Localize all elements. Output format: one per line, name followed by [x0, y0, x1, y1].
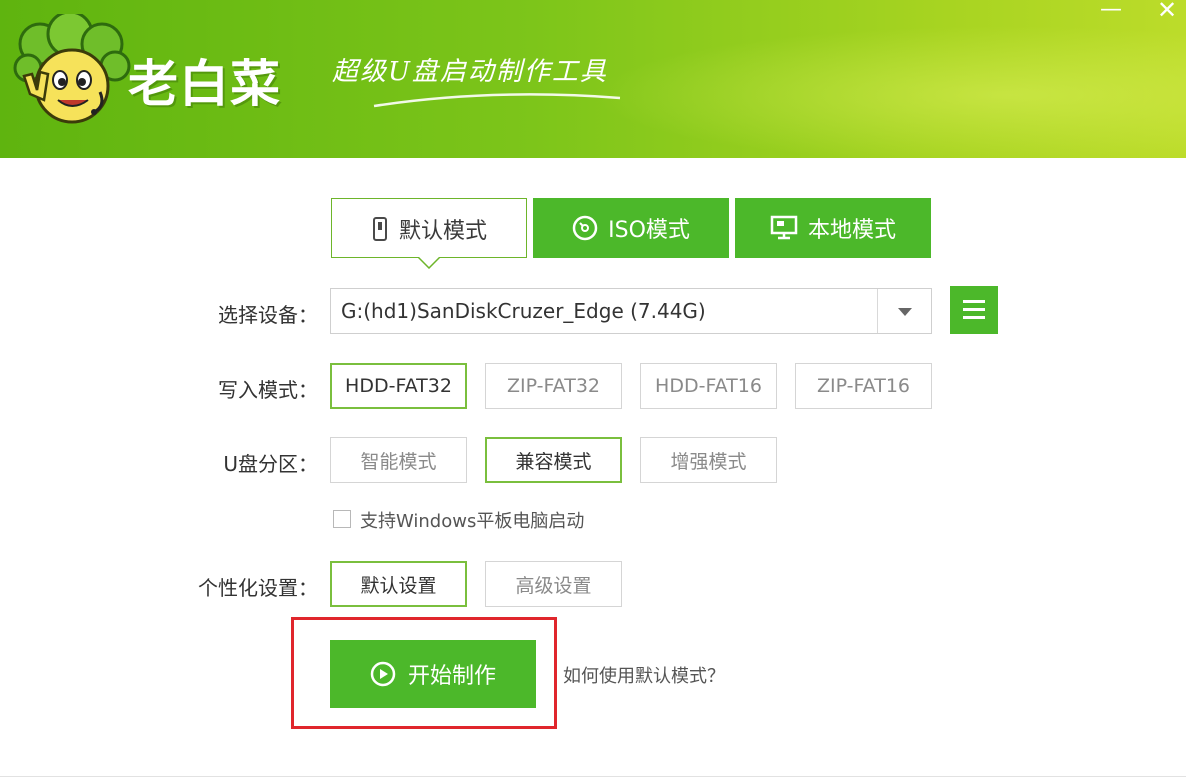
tab-baseline [440, 257, 527, 258]
minimize-button[interactable]: — [1096, 0, 1126, 22]
active-tab-pointer [418, 257, 440, 269]
chevron-down-icon[interactable] [897, 307, 913, 317]
tablet-boot-label[interactable]: 支持Windows平板电脑启动 [360, 507, 584, 533]
write-mode-zip-fat32[interactable]: ZIP-FAT32 [485, 363, 622, 409]
tab-local-mode[interactable]: 本地模式 [735, 198, 931, 258]
close-button[interactable]: ✕ [1152, 0, 1182, 22]
partition-smart-mode[interactable]: 智能模式 [330, 437, 467, 483]
write-mode-label: 写入模式： [218, 378, 318, 402]
tab-local-label: 本地模式 [807, 218, 896, 243]
tab-iso-mode[interactable]: ISO模式 [533, 198, 729, 258]
header-glow [560, 20, 1186, 158]
start-button-label: 开始制作 [407, 664, 496, 689]
partition-compat-mode[interactable]: 兼容模式 [485, 437, 622, 483]
partition-label: U盘分区： [223, 452, 318, 476]
select-divider [877, 289, 878, 333]
write-mode-zip-fat16[interactable]: ZIP-FAT16 [795, 363, 932, 409]
slogan-swoosh [373, 93, 621, 108]
device-select-value: G:(hd1)SanDiskCruzer_Edge (7.44G) [341, 299, 706, 323]
personalize-label: 个性化设置： [198, 576, 318, 600]
play-circle-icon [370, 661, 396, 687]
device-label: 选择设备： [218, 303, 318, 327]
start-making-button[interactable]: 开始制作 [330, 640, 536, 708]
default-settings-button[interactable]: 默认设置 [330, 561, 467, 607]
tab-default-mode[interactable]: 默认模式 [331, 198, 527, 258]
device-menu-button[interactable] [950, 286, 998, 334]
partition-enhanced-mode[interactable]: 增强模式 [640, 437, 777, 483]
tab-default-label: 默认模式 [398, 218, 487, 244]
disc-icon [572, 215, 598, 241]
app-brand-name: 老白菜 [128, 55, 281, 113]
tablet-boot-checkbox[interactable] [333, 510, 351, 528]
write-mode-hdd-fat16[interactable]: HDD-FAT16 [640, 363, 777, 409]
tab-iso-label: ISO模式 [608, 218, 690, 243]
hamburger-menu-icon [963, 300, 985, 319]
cabbage-mascot-logo [13, 14, 131, 124]
monitor-icon [770, 215, 798, 240]
app-slogan: 超级U盘启动制作工具 [332, 57, 608, 87]
device-select[interactable]: G:(hd1)SanDiskCruzer_Edge (7.44G) [330, 288, 932, 334]
tab-baseline [331, 257, 418, 258]
usb-drive-icon [372, 216, 387, 241]
write-mode-hdd-fat32[interactable]: HDD-FAT32 [330, 363, 467, 409]
window-bottom-border [0, 776, 1186, 777]
title-bar: 老白菜 超级U盘启动制作工具 — ✕ [0, 0, 1186, 158]
help-link[interactable]: 如何使用默认模式？ [563, 662, 725, 688]
advanced-settings-button[interactable]: 高级设置 [485, 561, 622, 607]
